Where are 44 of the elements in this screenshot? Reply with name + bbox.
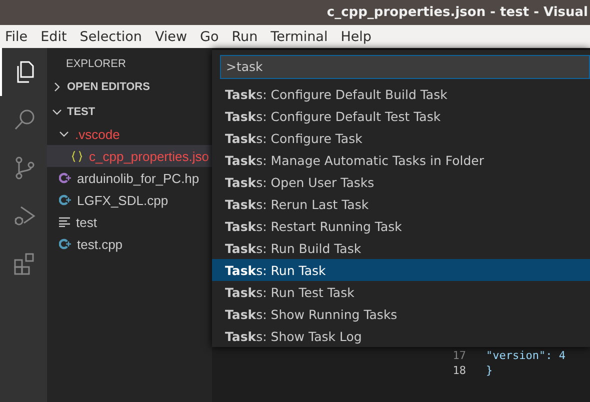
- menu-item[interactable]: Selection: [80, 28, 142, 44]
- c-plus-icon: [59, 172, 71, 184]
- tree-item[interactable]: LGFX_SDL.cpp: [47, 189, 212, 211]
- lines-icon: [59, 217, 70, 227]
- command-item[interactable]: Tasks: Restart Running Task: [212, 215, 590, 237]
- code-line: }: [486, 364, 493, 377]
- command-item[interactable]: Tasks: Show Task Log: [212, 325, 590, 347]
- panel-title: EXPLORER: [65, 57, 127, 72]
- line-number: 18: [452, 364, 466, 377]
- braces-icon: [71, 150, 83, 162]
- menu-item[interactable]: View: [154, 28, 188, 44]
- line-number: 17: [452, 349, 466, 362]
- command-input[interactable]: >task: [220, 55, 590, 79]
- extensions-icon: [12, 252, 36, 276]
- command-item[interactable]: Tasks: Open User Tasks: [212, 171, 590, 193]
- menu-item[interactable]: Terminal: [270, 28, 328, 44]
- command-item[interactable]: Tasks: Rerun Last Task: [212, 193, 590, 215]
- tree-item[interactable]: arduinolib_for_PC.hp: [47, 167, 212, 189]
- command-item[interactable]: Tasks: Run Test Task: [212, 281, 590, 303]
- command-item[interactable]: Tasks: Run Task: [212, 259, 590, 281]
- c-plus-icon: [59, 238, 71, 250]
- search-icon: [12, 108, 36, 132]
- code-line: "version": 4: [486, 349, 566, 362]
- menu-item[interactable]: Edit: [40, 28, 67, 44]
- command-item[interactable]: Tasks: Configure Default Test Task: [212, 105, 590, 127]
- command-item[interactable]: Tasks: Manage Automatic Tasks in Folder: [212, 149, 590, 171]
- menu-item[interactable]: Help: [340, 28, 372, 44]
- chevron-icon: [52, 107, 62, 117]
- section-header[interactable]: OPEN EDITORS: [47, 76, 212, 98]
- debug-icon: [12, 204, 36, 228]
- command-item[interactable]: Tasks: Configure Default Build Task: [212, 83, 590, 105]
- command-item[interactable]: Tasks: Run Build Task: [212, 237, 590, 259]
- c-plus-icon: [59, 194, 71, 206]
- menu-item[interactable]: File: [5, 28, 28, 44]
- section-header[interactable]: TEST: [47, 101, 212, 123]
- tree-item[interactable]: test: [47, 211, 212, 233]
- command-item[interactable]: Tasks: Configure Task: [212, 127, 590, 149]
- tree-item[interactable]: test.cpp: [47, 233, 212, 255]
- window-title: c_cpp_properties.json - test - Visual: [326, 5, 588, 20]
- menu-item[interactable]: Run: [232, 28, 258, 44]
- tree-item[interactable]: .vscode: [47, 123, 212, 145]
- menu-item[interactable]: Go: [200, 28, 219, 44]
- command-item[interactable]: Tasks: Show Running Tasks: [212, 303, 590, 325]
- chevron-icon: [52, 82, 62, 92]
